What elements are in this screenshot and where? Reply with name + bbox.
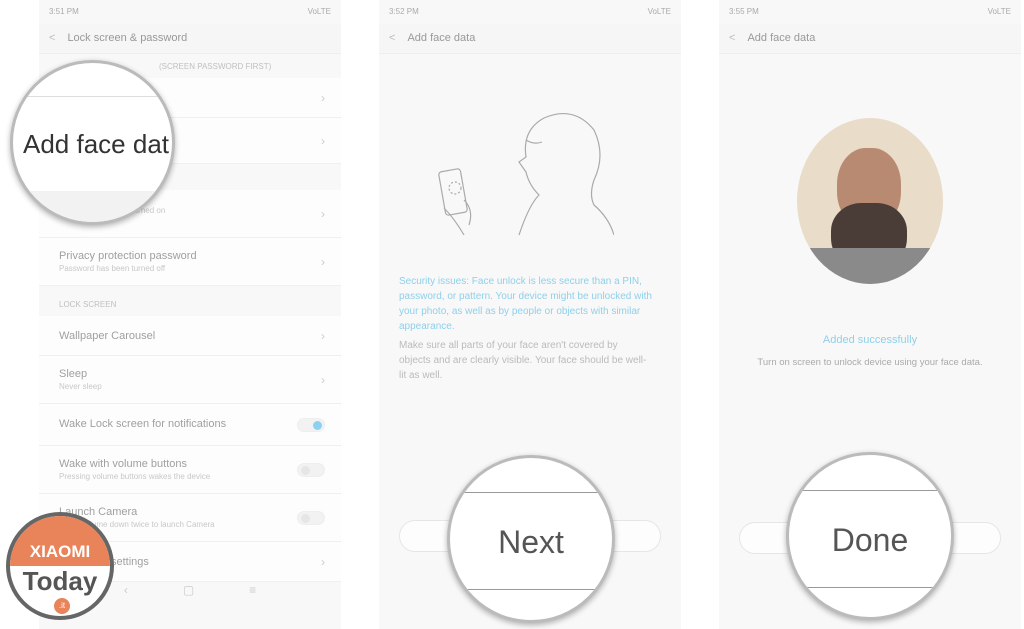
status-icons: VoLTE — [307, 7, 331, 16]
home-icon[interactable]: ▢ — [183, 583, 194, 597]
magnifier: Done — [786, 452, 954, 620]
toggle-switch[interactable] — [297, 462, 325, 477]
row-title: Wake with volume buttons — [59, 458, 187, 470]
header: < Add face data — [379, 24, 681, 54]
header: < Add face data — [719, 24, 1021, 54]
status-icons: VoLTE — [647, 7, 671, 16]
face-phone-illustration — [438, 112, 614, 236]
xiaomi-today-logo: XIAOMI Today .it — [6, 512, 114, 620]
time: 3:52 PM — [389, 7, 419, 16]
logo-text: Today — [22, 566, 98, 596]
status-icons: VoLTE — [987, 7, 1011, 16]
next-button[interactable]: Next — [450, 524, 612, 561]
header: < Lock screen & password — [39, 24, 341, 54]
success-message: Added successfully — [822, 334, 918, 346]
row-title: Wallpaper Carousel — [59, 330, 156, 342]
menu-icon[interactable]: ≡ — [249, 583, 256, 597]
page-title: Add face data — [747, 32, 816, 44]
magnifier: Next — [447, 455, 615, 623]
back-icon[interactable]: < — [49, 32, 55, 44]
status-bar: 3:55 PM VoLTE — [719, 0, 1021, 24]
logo-suffix: .it — [54, 598, 70, 614]
list-item[interactable]: Sleep Never sleep › — [39, 356, 341, 404]
page-title: Lock screen & password — [67, 32, 188, 44]
chevron-right-icon: › — [321, 206, 325, 221]
face-photo — [797, 118, 943, 284]
list-item[interactable]: Wake with volume buttons Pressing volume … — [39, 446, 341, 494]
row-title: Wake Lock screen for notifications — [59, 418, 227, 430]
chevron-right-icon: › — [321, 328, 325, 343]
back-nav-icon[interactable]: ‹ — [124, 583, 128, 597]
chevron-right-icon: › — [321, 554, 325, 569]
row-title: Sleep — [59, 368, 88, 380]
magnifier: Add face dat — [10, 60, 175, 225]
status-bar: 3:52 PM VoLTE — [379, 0, 681, 24]
row-subtitle: Password has been turned off — [59, 264, 166, 273]
description: Turn on screen to unlock device using yo… — [757, 357, 983, 368]
back-icon[interactable]: < — [729, 32, 735, 44]
security-warning: Security issues: Face unlock is less sec… — [399, 276, 652, 332]
list-item[interactable]: Wallpaper Carousel › — [39, 316, 341, 356]
page-title: Add face data — [407, 32, 476, 44]
magnified-add-face-data[interactable]: Add face dat — [23, 129, 169, 160]
section-label: LOCK SCREEN — [59, 300, 117, 309]
toggle-switch[interactable] — [297, 417, 325, 432]
status-bar: 3:51 PM VoLTE — [39, 0, 341, 24]
back-icon[interactable]: < — [389, 32, 395, 44]
section-label: (SCREEN PASSWORD FIRST) — [159, 62, 272, 71]
time: 3:51 PM — [49, 7, 79, 16]
time: 3:55 PM — [729, 7, 759, 16]
list-item[interactable]: Wake Lock screen for notifications — [39, 404, 341, 446]
chevron-right-icon: › — [321, 133, 325, 148]
chevron-right-icon: › — [321, 90, 325, 105]
row-title: Privacy protection password — [59, 250, 197, 262]
done-button[interactable]: Done — [789, 522, 951, 559]
toggle-switch[interactable] — [297, 510, 325, 525]
row-subtitle: Pressing volume buttons wakes the device — [59, 472, 211, 481]
chevron-right-icon: › — [321, 254, 325, 269]
tip-text: Make sure all parts of your face aren't … — [399, 340, 647, 381]
chevron-right-icon: › — [321, 372, 325, 387]
row-subtitle: Never sleep — [59, 382, 102, 391]
logo-text: XIAOMI — [29, 542, 91, 561]
list-item-privacy-password[interactable]: Privacy protection password Password has … — [39, 238, 341, 286]
